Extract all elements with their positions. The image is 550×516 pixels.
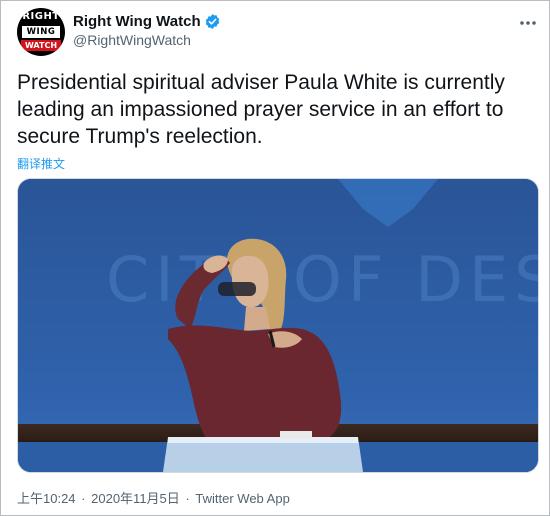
avatar[interactable]: RIGHT WING WATCH xyxy=(17,8,65,56)
author-name-row: Right Wing Watch xyxy=(73,13,221,30)
avatar-text-right: RIGHT xyxy=(22,11,60,22)
video-frame-illustration: CITY OF DEST xyxy=(18,179,538,472)
backdrop-text: CITY OF DEST xyxy=(106,243,538,316)
translate-tweet-link[interactable]: 翻译推文 xyxy=(17,155,65,172)
verified-badge-icon xyxy=(205,14,219,29)
avatar-text-wing: WING xyxy=(22,26,60,38)
display-name[interactable]: Right Wing Watch xyxy=(73,13,201,30)
tweet-date[interactable]: 2020年11月5日 xyxy=(91,491,180,506)
video-thumbnail[interactable]: CITY OF DEST xyxy=(17,178,539,473)
tweet-source[interactable]: Twitter Web App xyxy=(195,491,289,506)
tweet-time[interactable]: 上午10:24 xyxy=(17,491,76,506)
meta-separator: · xyxy=(185,491,190,506)
avatar-text-watch: WATCH xyxy=(21,40,61,51)
tweet-card: RIGHT WING WATCH Right Wing Watch @Right… xyxy=(0,0,550,516)
tweet-text: Presidential spiritual adviser Paula Whi… xyxy=(17,71,505,148)
tweet-meta: 上午10:24 · 2020年11月5日 · Twitter Web App xyxy=(17,488,290,507)
user-handle[interactable]: @RightWingWatch xyxy=(73,32,191,48)
more-options-icon[interactable] xyxy=(518,17,538,29)
meta-separator: · xyxy=(81,491,86,506)
